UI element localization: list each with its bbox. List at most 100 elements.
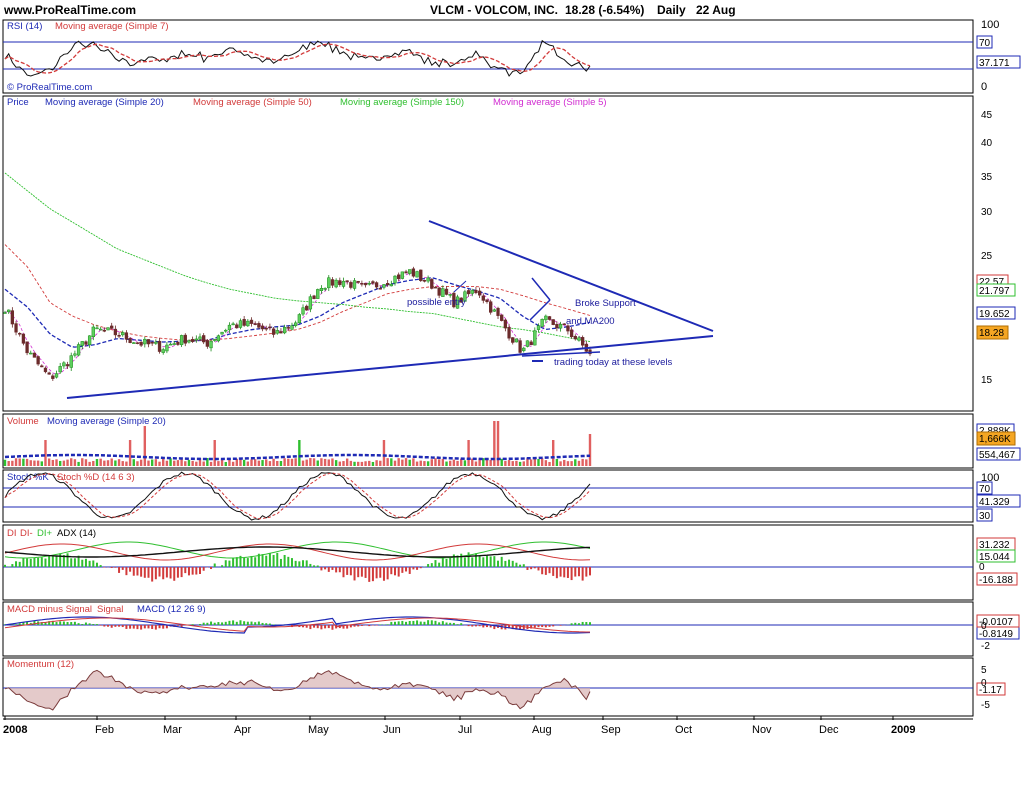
- macd-hist-bar: [81, 624, 84, 625]
- macd-hist-bar: [430, 620, 433, 625]
- macd-hist-bar: [570, 623, 573, 625]
- resistance-trendline[interactable]: [428, 220, 714, 332]
- di-bar: [327, 567, 330, 572]
- volume-bar: [81, 458, 84, 466]
- volume-bar: [287, 458, 290, 466]
- macd-value-boxes: -0.8149 -0.0107 0: [976, 614, 1020, 640]
- di-bar: [390, 567, 393, 575]
- macd-hist-bar: [324, 625, 327, 629]
- volume-bar: [445, 461, 448, 466]
- moving-average-line-5: [4, 272, 591, 376]
- candle: [481, 293, 485, 304]
- volume-bar: [320, 458, 323, 466]
- macd-hist-bar: [199, 623, 201, 625]
- di-bar: [559, 567, 562, 577]
- price-panel[interactable]: [2, 95, 974, 412]
- volume-bar: [209, 461, 213, 466]
- volume-bar: [504, 461, 507, 466]
- candle: [143, 336, 147, 348]
- candle: [529, 339, 533, 346]
- dmi-panel[interactable]: [2, 524, 974, 601]
- volume-value-boxes: 2.888K 1,666K 554,467: [976, 423, 1021, 461]
- volume-bar: [522, 461, 525, 466]
- volume-bar: [150, 459, 154, 466]
- candle: [205, 338, 210, 349]
- macd-hist-bar: [379, 624, 382, 625]
- di-bar: [313, 565, 316, 567]
- x-axis: 2008 Feb Mar Apr May Jun Jul Aug Sep Oct Nov Dec 200…: [3, 716, 973, 736]
- di-bar: [151, 567, 154, 582]
- x-tick-label: Mar: [163, 724, 182, 736]
- di-bar: [298, 561, 301, 567]
- volume-bar: [390, 458, 393, 466]
- svg-text:18.28: 18.28: [979, 328, 1004, 339]
- candle: [430, 278, 434, 290]
- candle: [496, 306, 500, 320]
- candle: [444, 286, 449, 296]
- di-bar: [279, 558, 282, 567]
- volume-bar: [375, 460, 378, 466]
- candle: [514, 338, 519, 343]
- di-bar: [493, 556, 496, 567]
- di-bar: [445, 558, 448, 567]
- volume-bar: [544, 460, 548, 466]
- macd-hist-bar: [136, 625, 139, 630]
- di-bar: [342, 567, 345, 578]
- price-value-boxes: 22.57 21.797 19.652 18.28: [976, 274, 1016, 340]
- ma20-label: Moving average (Simple 20): [45, 97, 164, 108]
- volume-bar: [452, 459, 456, 466]
- di-bar: [331, 567, 334, 570]
- di-bar: [478, 555, 481, 567]
- volume-bar: [47, 458, 51, 466]
- macd-hist-bar: [533, 625, 536, 628]
- candle: [422, 279, 427, 283]
- di-bar: [287, 556, 290, 567]
- di-bar: [26, 558, 29, 567]
- di-bar: [482, 557, 485, 567]
- volume-bar: [555, 459, 559, 466]
- volume-bar: [537, 458, 540, 466]
- rsi-ma-label: Moving average (Simple 7): [55, 21, 169, 32]
- svg-text:70: 70: [979, 484, 991, 495]
- candle: [224, 328, 228, 333]
- candle: [76, 342, 81, 357]
- volume-bar: [242, 459, 246, 466]
- site-title[interactable]: www.ProRealTime.com: [3, 3, 136, 17]
- macd-hist-bar: [66, 621, 69, 625]
- candle: [415, 270, 419, 278]
- volume-bar: [301, 460, 305, 466]
- di-bar: [460, 553, 463, 567]
- volume-bar: [36, 460, 40, 466]
- macd-hist-bar: [114, 625, 117, 627]
- macd-hist-bar: [585, 622, 588, 625]
- chart-period: Daily: [657, 3, 686, 17]
- volume-bar: [415, 461, 419, 466]
- macd-hist-bar: [243, 621, 246, 625]
- macd-hist-bar: [110, 625, 113, 628]
- broke-support-note: Broke Support: [575, 298, 636, 309]
- di-bar: [276, 552, 279, 567]
- di-bar: [191, 567, 194, 575]
- macd-hist-bar: [577, 623, 580, 625]
- di-bar: [40, 557, 43, 567]
- di-label: DI: [7, 528, 17, 539]
- candle: [360, 280, 364, 287]
- macd-hist-bar: [239, 620, 242, 625]
- di-bar: [224, 560, 227, 567]
- volume-bar: [533, 458, 537, 466]
- di-bar: [320, 567, 323, 571]
- momentum-panel[interactable]: [2, 657, 974, 717]
- candle: [305, 304, 309, 311]
- di-bar: [99, 565, 102, 567]
- volume-bar: [423, 461, 426, 466]
- candle: [507, 323, 511, 341]
- chart-date: 22 Aug: [696, 3, 736, 17]
- volume-bar: [338, 461, 342, 466]
- candle: [132, 341, 136, 344]
- volume-bar: [106, 460, 110, 466]
- candle: [231, 321, 235, 326]
- di-bar: [441, 557, 444, 567]
- di-bar: [508, 559, 511, 567]
- macd-hist-bar: [261, 622, 264, 625]
- di-bar: [199, 567, 201, 574]
